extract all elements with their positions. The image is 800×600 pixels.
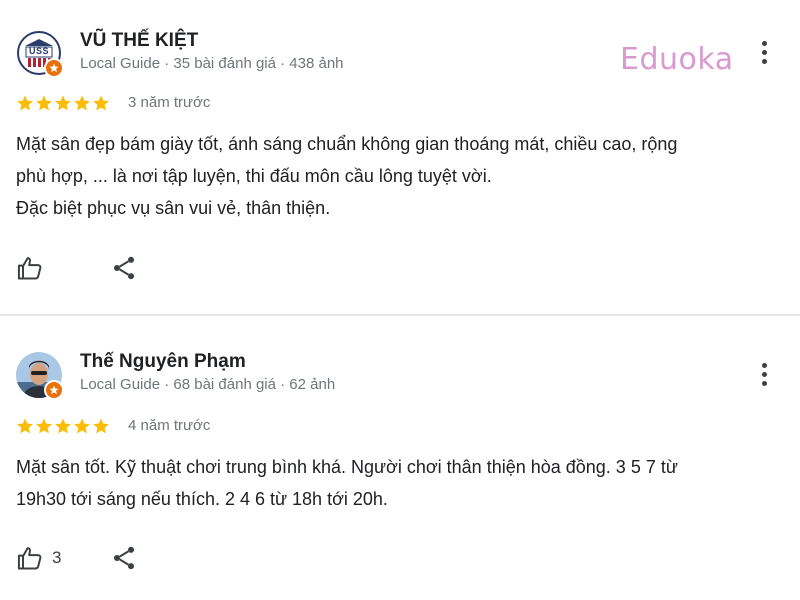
reviewer-meta: Local Guide · 68 bài đánh giá · 62 ảnh bbox=[80, 376, 336, 393]
review-text-line: Mặt sân đẹp bám giày tốt, ánh sáng chuẩn… bbox=[16, 134, 678, 154]
like-count: 3 bbox=[52, 548, 62, 567]
review-text: Mặt sân tốt. Kỹ thuật chơi trung bình kh… bbox=[16, 451, 791, 515]
star-icon bbox=[17, 95, 33, 111]
review-card: USS VŨ THẾ KIỆT Local Guide · 35 bài đán… bbox=[0, 0, 800, 314]
reviewer-name[interactable]: VŨ THẾ KIỆT bbox=[80, 30, 198, 52]
share-icon bbox=[113, 546, 135, 570]
review-text-line: phù hợp, ... là nơi tập luyện, thi đấu m… bbox=[16, 166, 492, 186]
more-vert-icon-dot bbox=[761, 371, 767, 377]
thumbs-up-icon bbox=[17, 547, 42, 570]
star-icon bbox=[74, 95, 90, 111]
reviewer-meta: Local Guide · 35 bài đánh giá · 438 ảnh bbox=[80, 55, 344, 72]
star-icon bbox=[74, 418, 90, 434]
more-vert-icon bbox=[761, 40, 767, 46]
star-icon bbox=[93, 418, 109, 434]
star-icon bbox=[36, 418, 52, 434]
like-button[interactable]: 3 bbox=[16, 544, 61, 572]
thumbs-up-icon bbox=[17, 257, 42, 280]
local-guide-badge-icon bbox=[44, 58, 64, 78]
star-icon bbox=[36, 95, 52, 111]
review-time: 4 năm trước bbox=[128, 417, 211, 434]
more-vert-icon-dot bbox=[761, 380, 767, 386]
more-vert-icon-dot bbox=[761, 49, 767, 55]
star-icon bbox=[55, 95, 71, 111]
avatar-logo-text: USS bbox=[28, 46, 49, 56]
local-guide-badge-icon bbox=[44, 380, 64, 400]
share-button[interactable] bbox=[110, 544, 138, 572]
review-text: Mặt sân đẹp bám giày tốt, ánh sáng chuẩn… bbox=[16, 128, 791, 224]
share-icon bbox=[113, 256, 135, 280]
star-icon bbox=[17, 418, 33, 434]
more-vert-icon-dot bbox=[761, 58, 767, 64]
review-text-line: Đặc biệt phục vụ sân vui vẻ, thân thiện. bbox=[16, 198, 331, 218]
star-rating bbox=[16, 417, 110, 435]
avatar[interactable] bbox=[16, 352, 64, 400]
share-button[interactable] bbox=[110, 254, 138, 282]
more-options-button[interactable] bbox=[750, 34, 778, 70]
review-text-line: Mặt sân tốt. Kỹ thuật chơi trung bình kh… bbox=[16, 457, 678, 477]
review-text-line: 19h30 tới sáng nếu thích. 2 4 6 từ 18h t… bbox=[16, 489, 388, 509]
reviewer-name[interactable]: Thế Nguyên Phạm bbox=[80, 351, 246, 373]
more-vert-icon bbox=[761, 362, 767, 368]
star-icon bbox=[55, 418, 71, 434]
star-icon bbox=[93, 95, 109, 111]
avatar[interactable]: USS bbox=[16, 30, 64, 78]
more-options-button[interactable] bbox=[750, 356, 778, 392]
star-rating bbox=[16, 94, 110, 112]
review-time: 3 năm trước bbox=[128, 94, 211, 111]
review-card: Thế Nguyên Phạm Local Guide · 68 bài đán… bbox=[0, 316, 800, 600]
like-button[interactable] bbox=[16, 254, 52, 282]
